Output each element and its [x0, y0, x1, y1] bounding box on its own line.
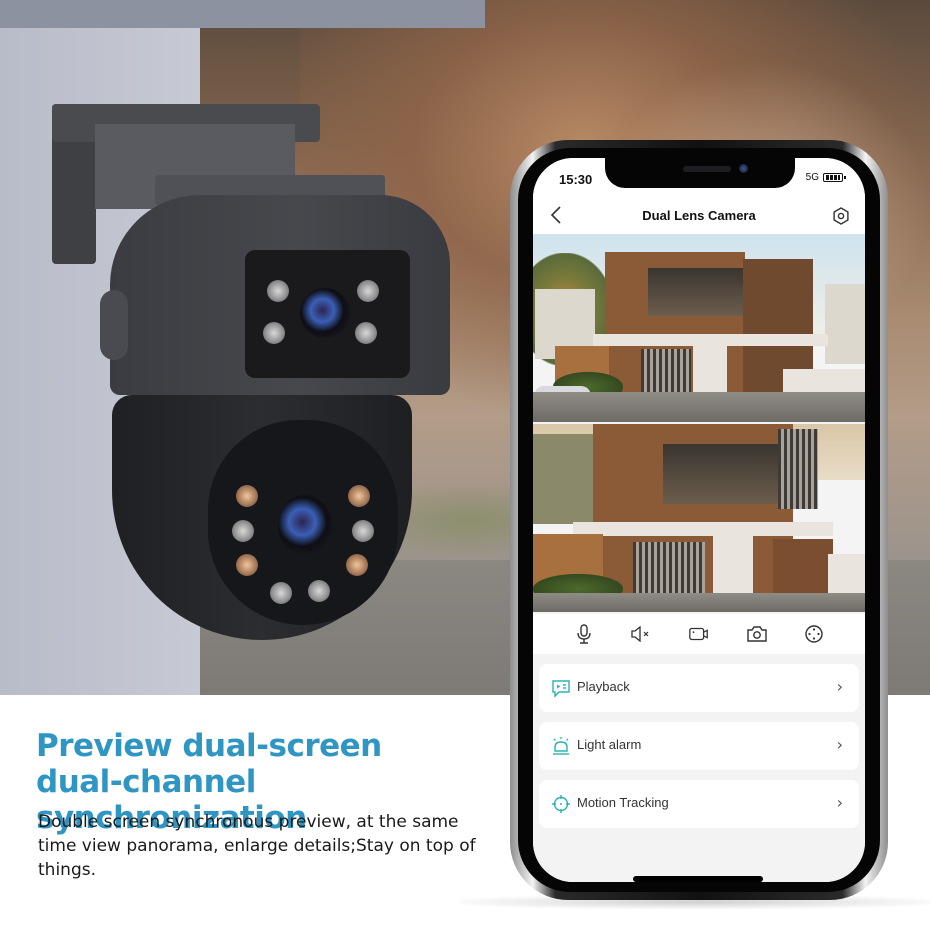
feature-menu: Playback › Light alarm › Motion Tracking…	[533, 654, 865, 882]
feed-road	[533, 593, 865, 612]
warm-led	[236, 554, 258, 576]
home-indicator	[633, 876, 763, 882]
playback-icon	[551, 678, 571, 698]
panorama-feed[interactable]	[533, 234, 865, 422]
direction-pad-icon[interactable]	[803, 623, 825, 645]
ir-led	[267, 280, 289, 302]
chevron-right-icon: ›	[836, 793, 843, 812]
crosshair-icon	[551, 794, 571, 814]
menu-item-motion-tracking[interactable]: Motion Tracking ›	[539, 780, 859, 828]
phone-screen: 15:30 5G Dual Lens Camera Playback › Lig…	[533, 158, 865, 882]
neighbor-house	[825, 284, 865, 364]
ir-led	[357, 280, 379, 302]
app-title: Dual Lens Camera	[642, 208, 756, 223]
microphone-icon[interactable]	[573, 623, 595, 645]
network-label: 5G	[805, 172, 819, 183]
chevron-right-icon: ›	[836, 735, 843, 754]
video-controls	[533, 614, 865, 654]
description: Double screen synchronous preview, at th…	[38, 812, 476, 880]
zoom-feed[interactable]	[533, 424, 865, 612]
ptz-lens	[278, 495, 332, 555]
camera-knob	[100, 290, 128, 360]
menu-item-playback[interactable]: Playback ›	[539, 664, 859, 712]
warm-led	[236, 485, 258, 507]
warm-led	[346, 554, 368, 576]
ir-led	[263, 322, 285, 344]
front-camera	[739, 164, 748, 173]
house-fins	[778, 429, 818, 509]
menu-item-label: Light alarm	[577, 737, 642, 752]
ptz-dome	[208, 420, 398, 625]
ir-led	[352, 520, 374, 542]
alarm-light-icon	[551, 736, 571, 756]
warm-led	[348, 485, 370, 507]
menu-item-light-alarm[interactable]: Light alarm ›	[539, 722, 859, 770]
fixed-lens-panel	[245, 250, 410, 378]
speaker-mute-icon[interactable]	[630, 623, 652, 645]
video-record-icon[interactable]	[688, 623, 710, 645]
gear-icon[interactable]	[831, 206, 851, 226]
security-camera: KERUI	[40, 100, 450, 660]
ir-led	[355, 322, 377, 344]
status-time: 15:30	[559, 172, 593, 187]
battery-icon	[823, 173, 846, 182]
camera-icon[interactable]	[746, 623, 768, 645]
menu-item-label: Motion Tracking	[577, 795, 669, 810]
neighbor-house	[533, 434, 598, 524]
app-bar: Dual Lens Camera	[533, 198, 865, 234]
house-window	[663, 444, 788, 504]
chevron-right-icon: ›	[836, 677, 843, 696]
ir-led	[232, 520, 254, 542]
smartphone: 15:30 5G Dual Lens Camera Playback › Lig…	[510, 140, 888, 900]
ir-led	[308, 580, 330, 602]
house-balcony	[573, 522, 833, 536]
earpiece	[683, 166, 731, 172]
fixed-lens	[300, 288, 350, 338]
status-indicators: 5G	[805, 172, 846, 183]
ir-led	[270, 582, 292, 604]
feed-road	[533, 391, 865, 422]
wall-eave	[0, 0, 485, 28]
house-window	[648, 268, 743, 316]
menu-item-label: Playback	[577, 679, 630, 694]
phone-notch	[605, 158, 795, 188]
